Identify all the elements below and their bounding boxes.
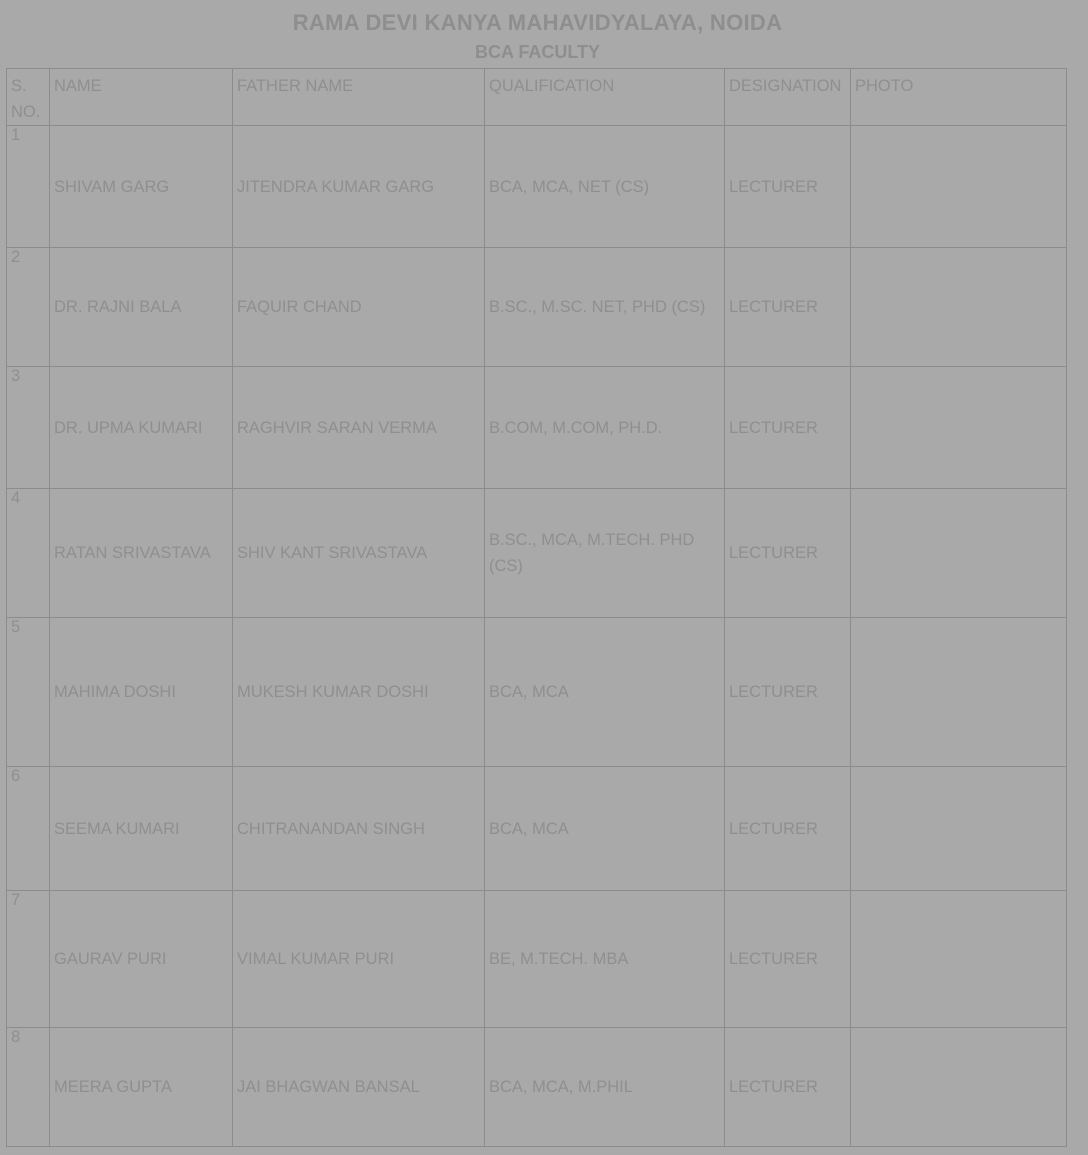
page-title: RAMA DEVI KANYA MAHAVIDYALAYA, NOIDA — [292, 10, 783, 35]
cell-sno: 8 — [6, 1027, 50, 1147]
table-header-row: S. NO. NAME FATHER NAME QUALIFICATION DE… — [6, 68, 1067, 126]
cell-name: SHIVAM GARG — [49, 125, 233, 248]
table-row: 2 DR. RAJNI BALA FAQUIR CHAND B.SC., M.S… — [6, 247, 1067, 367]
cell-photo — [850, 488, 1067, 618]
cell-sno: 1 — [6, 125, 50, 248]
cell-father-name: FAQUIR CHAND — [232, 247, 485, 367]
table-row: 4 RATAN SRIVASTAVA SHIV KANT SRIVASTAVA … — [6, 488, 1067, 618]
column-header-father-name: FATHER NAME — [232, 68, 485, 126]
cell-name: SEEMA KUMARI — [49, 766, 233, 891]
cell-name: MAHIMA DOSHI — [49, 617, 233, 767]
table-row: 3 DR. UPMA KUMARI RAGHVIR SARAN VERMA B.… — [6, 366, 1067, 489]
cell-sno: 4 — [6, 488, 50, 618]
column-header-qualification: QUALIFICATION — [484, 68, 725, 126]
cell-father-name: MUKESH KUMAR DOSHI — [232, 617, 485, 767]
cell-qualification: BCA, MCA, NET (CS) — [484, 125, 725, 248]
column-header-sno: S. NO. — [6, 68, 50, 126]
cell-qualification: BCA, MCA — [484, 617, 725, 767]
cell-sno: 3 — [6, 366, 50, 489]
cell-photo — [850, 890, 1067, 1028]
cell-father-name: SHIV KANT SRIVASTAVA — [232, 488, 485, 618]
cell-photo — [850, 247, 1067, 367]
cell-qualification: BCA, MCA — [484, 766, 725, 891]
cell-designation: LECTURER — [724, 766, 851, 891]
faculty-table: S. NO. NAME FATHER NAME QUALIFICATION DE… — [6, 68, 1067, 1147]
cell-sno: 2 — [6, 247, 50, 367]
cell-name: MEERA GUPTA — [49, 1027, 233, 1147]
cell-designation: LECTURER — [724, 125, 851, 248]
cell-sno: 6 — [6, 766, 50, 891]
page-subtitle: BCA FACULTY — [475, 42, 600, 62]
cell-photo — [850, 766, 1067, 891]
cell-photo — [850, 125, 1067, 248]
cell-qualification: BCA, MCA, M.PHIL — [484, 1027, 725, 1147]
cell-name: GAURAV PURI — [49, 890, 233, 1028]
cell-sno: 7 — [6, 890, 50, 1028]
table-row: 7 GAURAV PURI VIMAL KUMAR PURI BE, M.TEC… — [6, 890, 1067, 1028]
cell-photo — [850, 617, 1067, 767]
cell-designation: LECTURER — [724, 366, 851, 489]
cell-father-name: VIMAL KUMAR PURI — [232, 890, 485, 1028]
column-header-name: NAME — [49, 68, 233, 126]
cell-name: RATAN SRIVASTAVA — [49, 488, 233, 618]
table-row: 6 SEEMA KUMARI CHITRANANDAN SINGH BCA, M… — [6, 766, 1067, 891]
cell-name: DR. RAJNI BALA — [49, 247, 233, 367]
cell-designation: LECTURER — [724, 1027, 851, 1147]
cell-designation: LECTURER — [724, 488, 851, 618]
cell-designation: LECTURER — [724, 890, 851, 1028]
cell-qualification: BE, M.TECH. MBA — [484, 890, 725, 1028]
column-header-designation: DESIGNATION — [724, 68, 851, 126]
cell-name: DR. UPMA KUMARI — [49, 366, 233, 489]
cell-qualification: B.COM, M.COM, PH.D. — [484, 366, 725, 489]
cell-designation: LECTURER — [724, 247, 851, 367]
column-header-photo: PHOTO — [850, 68, 1067, 126]
table-row: 5 MAHIMA DOSHI MUKESH KUMAR DOSHI BCA, M… — [6, 617, 1067, 767]
cell-sno: 5 — [6, 617, 50, 767]
cell-photo — [850, 366, 1067, 489]
cell-father-name: JAI BHAGWAN BANSAL — [232, 1027, 485, 1147]
cell-designation: LECTURER — [724, 617, 851, 767]
cell-father-name: JITENDRA KUMAR GARG — [232, 125, 485, 248]
cell-father-name: CHITRANANDAN SINGH — [232, 766, 485, 891]
table-row: 8 MEERA GUPTA JAI BHAGWAN BANSAL BCA, MC… — [6, 1027, 1067, 1147]
cell-father-name: RAGHVIR SARAN VERMA — [232, 366, 485, 489]
cell-photo — [850, 1027, 1067, 1147]
cell-qualification: B.SC., M.SC. NET, PHD (CS) — [484, 247, 725, 367]
cell-qualification: B.SC., MCA, M.TECH. PHD (CS) — [484, 488, 725, 618]
table-row: 1 SHIVAM GARG JITENDRA KUMAR GARG BCA, M… — [6, 125, 1067, 248]
